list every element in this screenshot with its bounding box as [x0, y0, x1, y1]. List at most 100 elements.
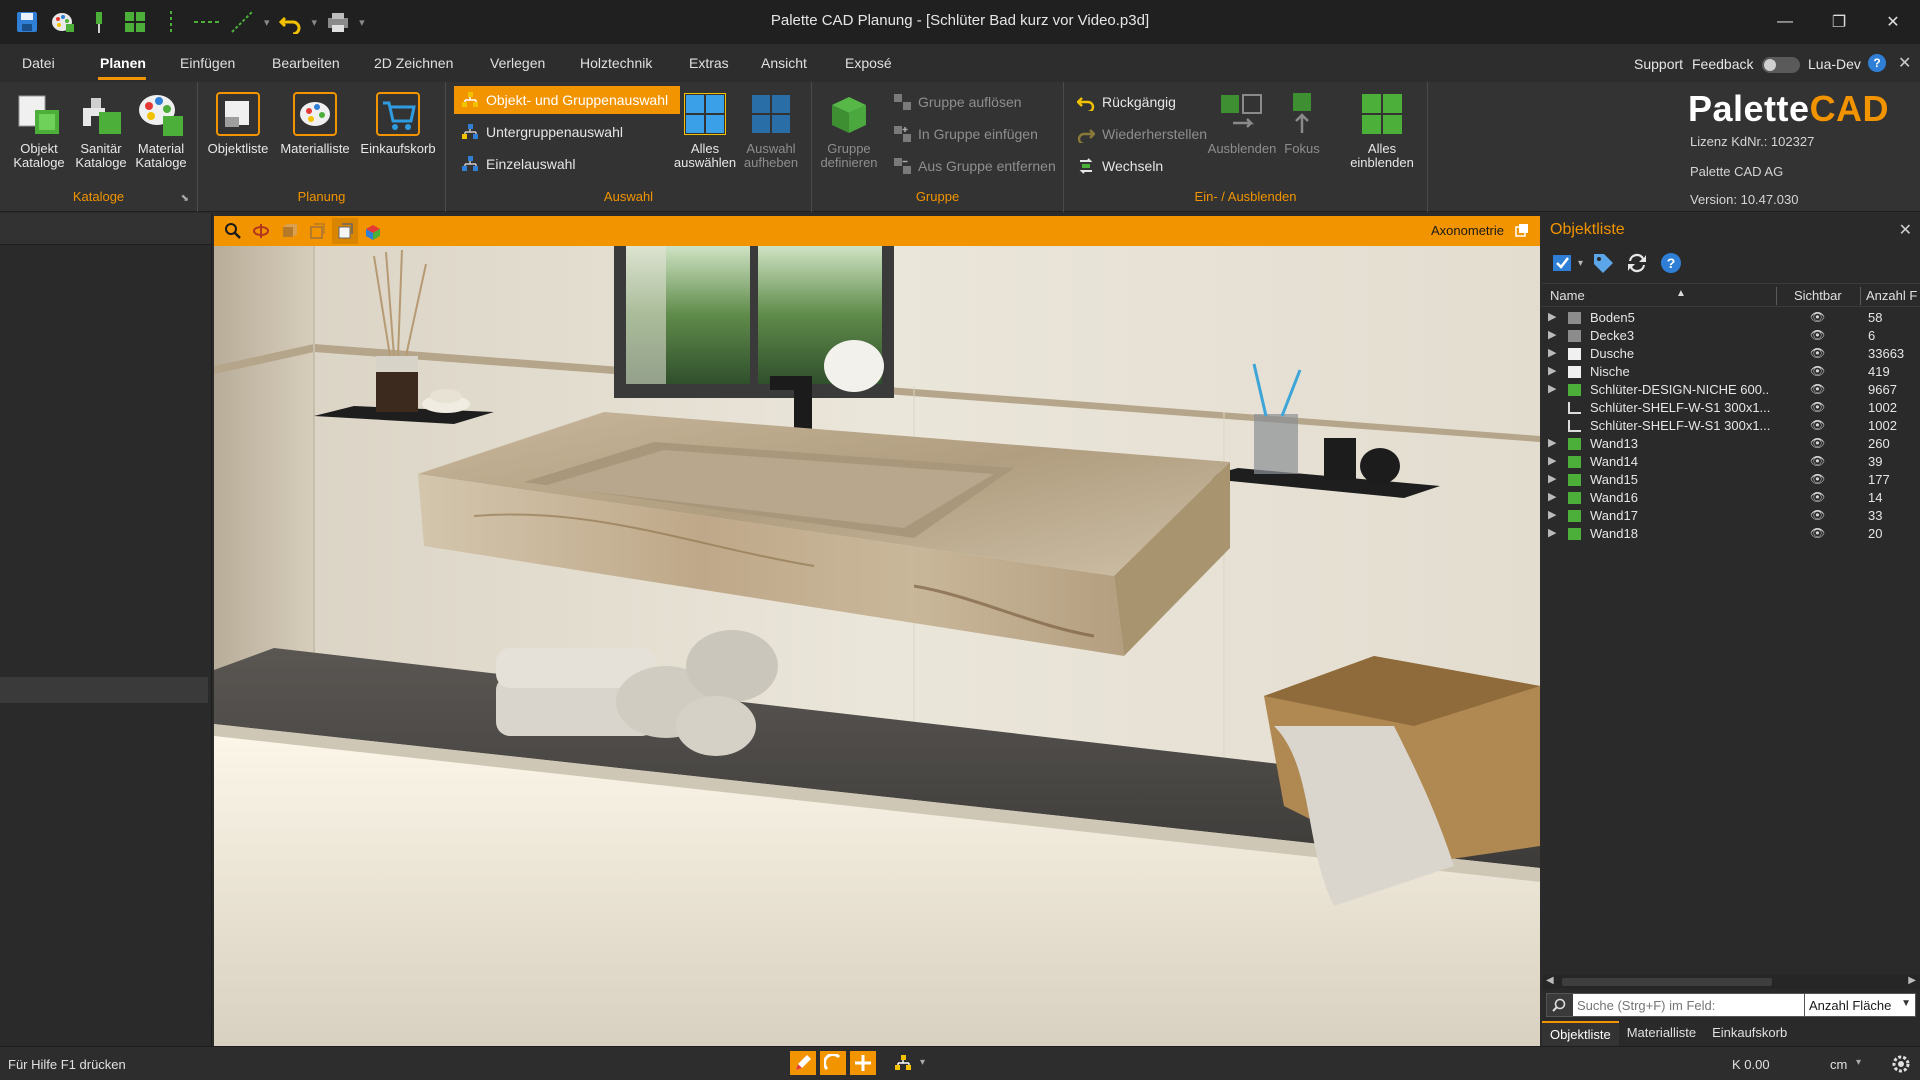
tab-bearbeiten[interactable]: Bearbeiten	[272, 55, 340, 71]
visibility-eye-icon[interactable]: 👁	[1810, 310, 1825, 324]
scroll-right-icon[interactable]: ▶	[1908, 975, 1916, 986]
chevron-down-icon[interactable]: ▾	[312, 16, 318, 29]
visibility-eye-icon[interactable]: 👁	[1810, 364, 1825, 378]
pin-button[interactable]	[84, 7, 114, 37]
column-separator[interactable]	[1860, 287, 1861, 305]
expand-chevron-icon[interactable]: ▶	[1548, 364, 1556, 377]
tab-planen[interactable]: Planen	[100, 55, 146, 71]
dialog-launcher-icon[interactable]: ⬊	[181, 193, 189, 204]
visibility-eye-icon[interactable]: 👁	[1810, 418, 1825, 432]
chevron-down-icon[interactable]: ▾	[264, 16, 270, 29]
chevron-down-icon[interactable]: ▾	[920, 1057, 925, 1075]
minimize-button[interactable]: —	[1758, 0, 1812, 44]
rueckgaengig-button[interactable]: Rückgängig	[1070, 88, 1182, 116]
column-header-sichtbar[interactable]: Sichtbar	[1794, 288, 1842, 303]
render-button[interactable]	[360, 218, 386, 244]
visibility-eye-icon[interactable]: 👁	[1810, 328, 1825, 342]
list-item[interactable]: ▶ Wand17 👁 33	[1542, 507, 1920, 525]
chevron-down-icon[interactable]: ▾	[1856, 1057, 1861, 1068]
snap-arc-button[interactable]	[820, 1051, 846, 1075]
einzelauswahl-button[interactable]: Einzelauswahl	[454, 150, 582, 178]
tag-button[interactable]	[1589, 249, 1617, 277]
visibility-eye-icon[interactable]: 👁	[1810, 526, 1825, 540]
aus-gruppe-entfernen-button[interactable]: Aus Gruppe entfernen	[886, 152, 1062, 180]
gruppe-aufloesen-button[interactable]: Gruppe auflösen	[886, 88, 1028, 116]
horizontal-dots-button[interactable]	[192, 7, 222, 37]
close-button[interactable]: ✕	[1866, 0, 1920, 44]
zoom-button[interactable]	[220, 218, 246, 244]
material-kataloge-button[interactable]: Material Kataloge	[130, 88, 192, 170]
panel-close-icon[interactable]: ✕	[1899, 220, 1912, 240]
list-item[interactable]: ▶ Schlüter-DESIGN-NICHE 600... 👁 9667	[1542, 381, 1920, 399]
help-icon[interactable]: ?	[1868, 54, 1886, 72]
support-link[interactable]: Support	[1634, 56, 1683, 72]
visibility-eye-icon[interactable]: 👁	[1810, 400, 1825, 414]
save-button[interactable]	[12, 7, 42, 37]
tab-objektliste[interactable]: Objektliste	[1542, 1021, 1619, 1046]
alles-einblenden-button[interactable]: Alles einblenden	[1346, 88, 1418, 170]
snap-point-button[interactable]	[850, 1051, 876, 1075]
gruppe-definieren-button[interactable]: Gruppe definieren	[816, 88, 882, 170]
snap-hierarchy-button[interactable]	[890, 1051, 916, 1075]
expand-chevron-icon[interactable]: ▶	[1548, 310, 1556, 323]
grid-button[interactable]	[120, 7, 150, 37]
left-panel-selected-row[interactable]	[0, 677, 208, 703]
customize-toolbar-icon[interactable]: ▾	[359, 16, 365, 29]
expand-chevron-icon[interactable]: ▶	[1548, 382, 1556, 395]
tab-materialliste[interactable]: Materialliste	[1619, 1021, 1704, 1046]
unit-select[interactable]: cm	[1830, 1057, 1847, 1072]
list-item[interactable]: ▶ Wand15 👁 177	[1542, 471, 1920, 489]
tab-einfuegen[interactable]: Einfügen	[180, 55, 235, 71]
tab-2d-zeichnen[interactable]: 2D Zeichnen	[374, 55, 453, 71]
column-header-anzahl[interactable]: Anzahl F	[1866, 288, 1917, 303]
diagonal-line-button[interactable]	[228, 7, 258, 37]
orbit-button[interactable]	[248, 218, 274, 244]
list-item[interactable]: ▶ Decke3 👁 6	[1542, 327, 1920, 345]
sanitaer-kataloge-button[interactable]: Sanitär Kataloge	[70, 88, 132, 170]
visibility-eye-icon[interactable]: 👁	[1810, 454, 1825, 468]
visibility-eye-icon[interactable]: 👁	[1810, 490, 1825, 504]
restore-viewport-button[interactable]	[1514, 222, 1532, 240]
materialliste-button[interactable]: Materialliste	[276, 88, 354, 156]
printer-button[interactable]	[323, 7, 353, 37]
list-item[interactable]: ▶ Dusche 👁 33663	[1542, 345, 1920, 363]
expand-chevron-icon[interactable]: ▶	[1548, 454, 1556, 467]
list-item[interactable]: ▶ Nische 👁 419	[1542, 363, 1920, 381]
tab-einkaufskorb[interactable]: Einkaufskorb	[1704, 1021, 1795, 1046]
undo-button[interactable]	[276, 7, 306, 37]
ausblenden-button[interactable]: Ausblenden	[1206, 88, 1278, 156]
check-visible-button[interactable]	[1550, 249, 1578, 277]
expand-chevron-icon[interactable]: ▶	[1548, 490, 1556, 503]
scroll-left-icon[interactable]: ◀	[1546, 975, 1554, 986]
settings-button[interactable]	[1890, 1053, 1912, 1078]
visibility-eye-icon[interactable]: 👁	[1810, 508, 1825, 522]
untergruppenauswahl-button[interactable]: Untergruppenauswahl	[454, 118, 629, 146]
column-header-name[interactable]: Name	[1550, 288, 1585, 303]
list-item[interactable]: ▶ Wand18 👁 20	[1542, 525, 1920, 543]
feedback-link[interactable]: Feedback	[1692, 56, 1753, 72]
list-item[interactable]: Schlüter-SHELF-W-S1 300x1... 👁 1002	[1542, 417, 1920, 435]
vertical-dots-button[interactable]	[156, 7, 186, 37]
list-item[interactable]: ▶ Wand16 👁 14	[1542, 489, 1920, 507]
objekt-kataloge-button[interactable]: Objekt Kataloge	[8, 88, 70, 170]
in-gruppe-einfuegen-button[interactable]: In Gruppe einfügen	[886, 120, 1044, 148]
horizontal-scrollbar[interactable]: ◀ ▶	[1542, 975, 1920, 989]
tab-verlegen[interactable]: Verlegen	[490, 55, 545, 71]
tab-expose[interactable]: Exposé	[845, 55, 892, 71]
list-item[interactable]: ▶ Boden5 👁 58	[1542, 309, 1920, 327]
search-field-select[interactable]: Anzahl Fläche ▼	[1804, 993, 1916, 1017]
tab-datei[interactable]: Datei	[22, 55, 55, 71]
fokus-button[interactable]: Fokus	[1274, 88, 1330, 156]
list-item[interactable]: Schlüter-SHELF-W-S1 300x1... 👁 1002	[1542, 399, 1920, 417]
snap-pencil-button[interactable]	[790, 1051, 816, 1075]
wiederherstellen-button[interactable]: Wiederherstellen	[1070, 120, 1213, 148]
alles-auswaehlen-button[interactable]: Alles auswählen	[672, 88, 738, 170]
expand-chevron-icon[interactable]: ▶	[1548, 472, 1556, 485]
view-mode-label[interactable]: Axonometrie	[1431, 223, 1504, 238]
tab-ansicht[interactable]: Ansicht	[761, 55, 807, 71]
expand-chevron-icon[interactable]: ▶	[1548, 328, 1556, 341]
einkaufskorb-button[interactable]: Einkaufskorb	[358, 88, 438, 156]
objektliste-button[interactable]: Objektliste	[204, 88, 272, 156]
view-frame-button[interactable]	[304, 218, 330, 244]
view-cube-button[interactable]	[276, 218, 302, 244]
